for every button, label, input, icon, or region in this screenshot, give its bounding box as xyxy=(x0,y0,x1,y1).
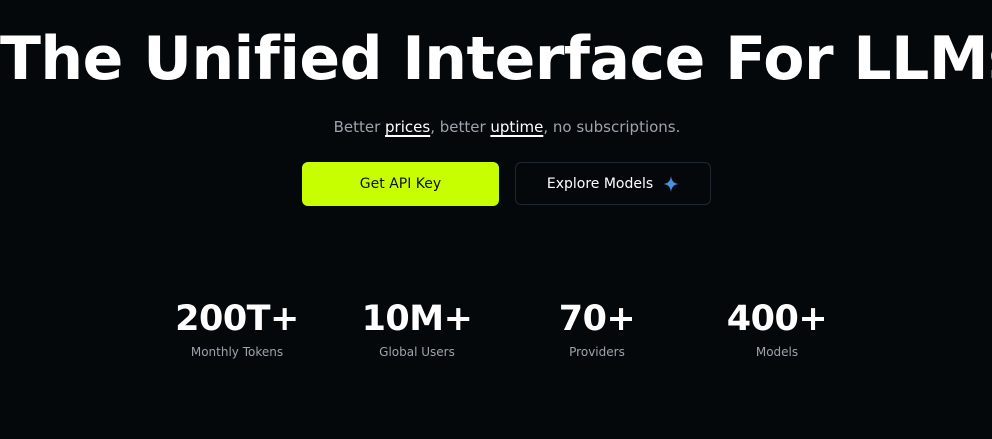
stat-models: 400+ Models xyxy=(697,296,857,360)
subtitle-text-2: , better xyxy=(430,118,491,136)
uptime-link[interactable]: uptime xyxy=(490,118,543,136)
sparkle-icon xyxy=(663,175,680,192)
stat-value: 70+ xyxy=(558,299,636,339)
hero-section: The Unified Interface For LLMs Better pr… xyxy=(0,0,992,439)
explore-models-label: Explore Models xyxy=(546,175,654,192)
stat-label: Models xyxy=(755,345,799,359)
page-title: The Unified Interface For LLMs xyxy=(0,24,992,94)
subtitle-text-3: , no subscriptions. xyxy=(543,118,681,136)
explore-models-button[interactable]: Explore Models xyxy=(515,162,711,205)
stat-label: Global Users xyxy=(379,345,455,359)
stat-label: Providers xyxy=(569,345,625,359)
get-api-key-button[interactable]: Get API Key xyxy=(302,162,499,206)
stat-providers: 70+ Providers xyxy=(517,296,677,360)
get-api-key-label: Get API Key xyxy=(359,176,442,192)
stat-global-users: 10M+ Global Users xyxy=(337,296,497,360)
hero-subtitle: Better prices, better uptime, no subscri… xyxy=(0,117,992,137)
stat-value: 400+ xyxy=(726,299,828,339)
stat-label: Monthly Tokens xyxy=(190,345,284,359)
stat-value: 200T+ xyxy=(175,299,299,339)
stat-value: 10M+ xyxy=(361,299,473,339)
prices-link[interactable]: prices xyxy=(385,118,430,136)
stat-monthly-tokens: 200T+ Monthly Tokens xyxy=(157,296,317,360)
subtitle-text-1: Better xyxy=(333,118,386,136)
